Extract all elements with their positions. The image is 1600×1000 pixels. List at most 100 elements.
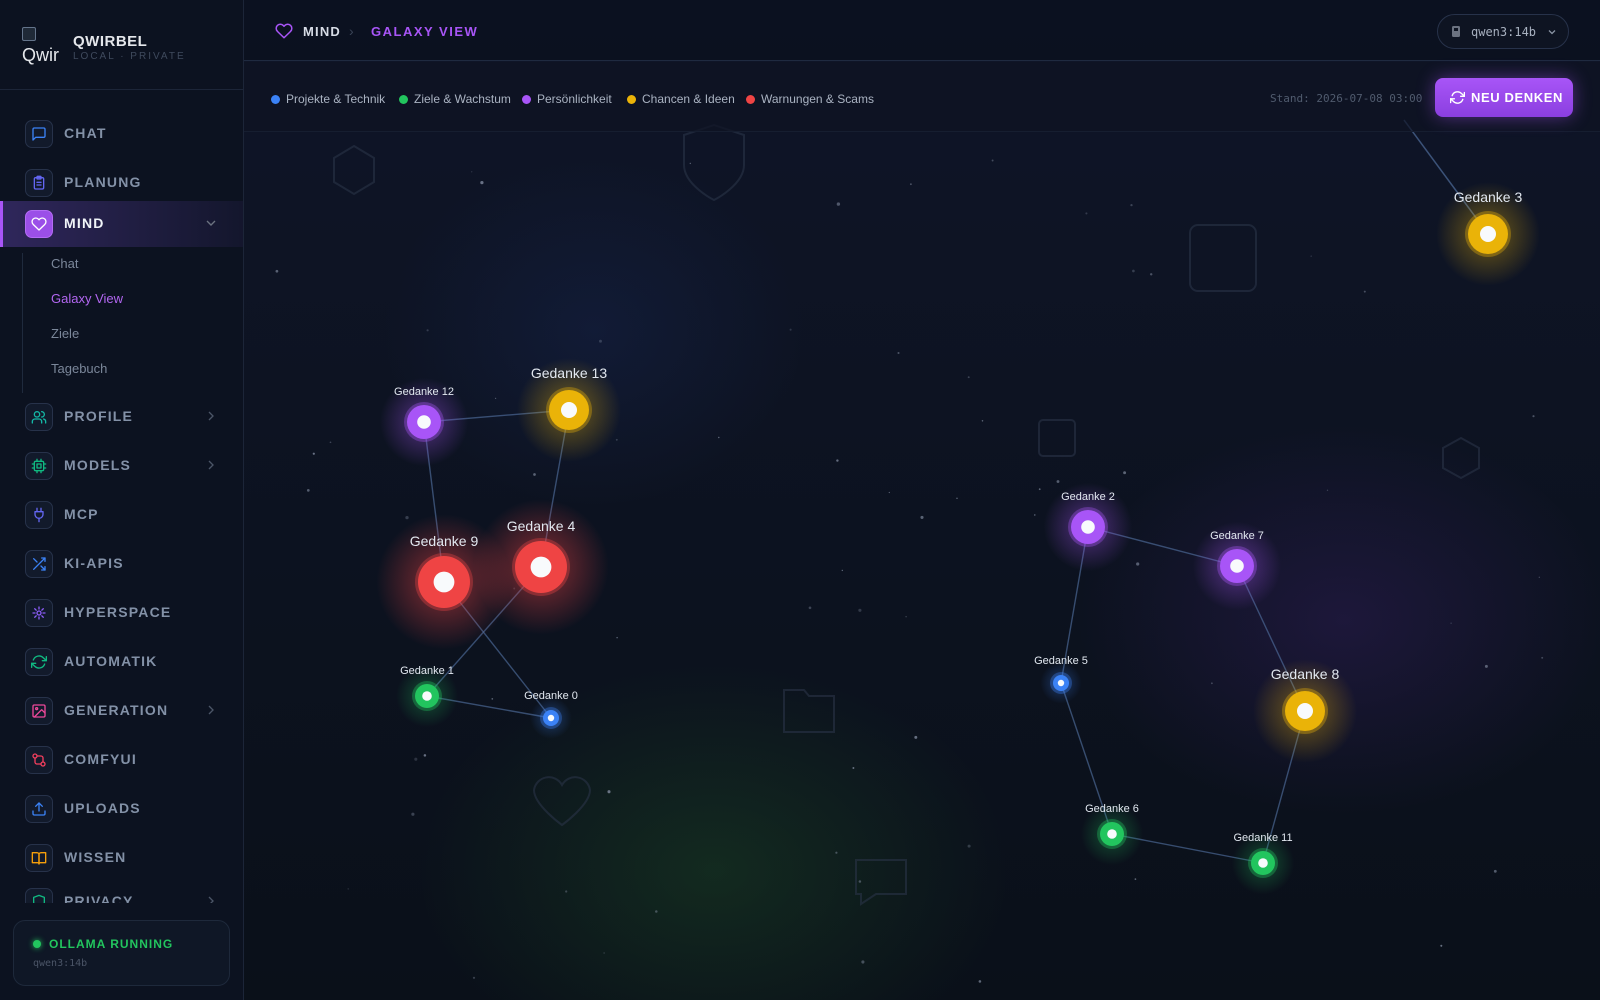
star: [1450, 622, 1452, 624]
thought-node[interactable]: Gedanke 11: [1231, 831, 1295, 895]
node-core: [1107, 829, 1117, 839]
refresh-icon: [1450, 91, 1465, 104]
star: [1038, 488, 1041, 491]
sidebar-item-mcp[interactable]: MCP: [0, 492, 243, 538]
star: [414, 757, 418, 761]
galaxy-canvas[interactable]: Gedanke 0 Gedanke 1 Gedanke 2 Gedanke 3 Geda…: [244, 0, 1600, 1000]
star: [1034, 514, 1036, 516]
subnav-item-ziele[interactable]: Ziele: [51, 326, 79, 341]
model-selector[interactable]: qwen3:14b: [1437, 14, 1569, 49]
star: [491, 698, 494, 700]
mind-subnav: Chat Galaxy View Ziele Tagebuch: [22, 253, 222, 393]
sidebar-item-label: UPLOADS: [64, 800, 141, 816]
sidebar-item-hyperspace[interactable]: HYPERSPACE: [0, 590, 243, 636]
node-core: [1297, 703, 1313, 719]
sidebar-item-comfyui[interactable]: COMFYUI: [0, 737, 243, 783]
star: [1211, 682, 1213, 685]
star: [533, 473, 536, 476]
subnav-item-tagebuch[interactable]: Tagebuch: [51, 361, 107, 376]
subnav-item-galaxy-view[interactable]: Galaxy View: [51, 291, 123, 306]
chevron-right-icon: [208, 896, 214, 903]
node-layer: Gedanke 0 Gedanke 1 Gedanke 2 Gedanke 3 Geda…: [376, 182, 1540, 895]
sidebar-item-profile[interactable]: PROFILE: [0, 394, 243, 440]
thought-node[interactable]: Gedanke 7: [1192, 521, 1282, 611]
sidebar-item-ki-apis[interactable]: KI-APIS: [0, 541, 243, 587]
shield-icon: [25, 888, 53, 903]
star: [615, 438, 618, 441]
sidebar-item-label: MCP: [64, 506, 99, 522]
node-label: Gedanke 12: [394, 386, 454, 398]
sidebar-item-label: KI-APIS: [64, 555, 124, 571]
legend-label: Chancen & Ideen: [642, 92, 735, 106]
star: [836, 202, 841, 206]
subnav-item-chat[interactable]: Chat: [51, 256, 78, 271]
star: [967, 376, 970, 379]
thought-node[interactable]: Gedanke 6: [1080, 802, 1144, 866]
thought-node[interactable]: Gedanke 0: [524, 690, 578, 739]
star: [1056, 480, 1060, 483]
star: [329, 441, 332, 444]
sidebar-item-label: PLANUNG: [64, 174, 142, 190]
legend-item-warnungen[interactable]: Warnungen & Scams: [746, 92, 874, 106]
sidebar-item-privacy[interactable]: PRIVACY: [0, 879, 243, 903]
image-icon: [25, 697, 53, 725]
heart-icon: [25, 210, 53, 238]
thought-node[interactable]: Gedanke 5: [1034, 655, 1088, 704]
node-core: [530, 556, 552, 578]
sidebar-item-chat[interactable]: CHAT: [0, 111, 243, 157]
broken-image-icon: [22, 27, 36, 41]
sidebar-nav: CHAT PLANUNG MIND Chat Galaxy View Ziele…: [0, 103, 243, 903]
node-label: Gedanke 2: [1061, 491, 1115, 503]
star: [411, 812, 415, 816]
status-model: qwen3:14b: [33, 958, 88, 969]
workflow-icon: [25, 746, 53, 774]
breadcrumb-separator: ›: [349, 23, 354, 39]
legend-dot: [271, 95, 280, 104]
legend-bar: Projekte & Technik Ziele & Wachstum Pers…: [244, 62, 1600, 132]
legend-item-ziele[interactable]: Ziele & Wachstum: [399, 92, 511, 106]
sidebar-item-label: MODELS: [64, 457, 132, 473]
thought-node[interactable]: Gedanke 12: [379, 377, 469, 467]
sidebar-item-label: COMFYUI: [64, 751, 137, 767]
legend-item-projekte[interactable]: Projekte & Technik: [271, 92, 385, 106]
sidebar-item-generation[interactable]: GENERATION: [0, 688, 243, 734]
thought-node[interactable]: Gedanke 1: [395, 664, 459, 728]
sidebar-item-models[interactable]: MODELS: [0, 443, 243, 489]
thought-node[interactable]: Gedanke 13: [517, 358, 621, 462]
node-core: [561, 402, 577, 418]
star: [905, 615, 907, 618]
thought-node[interactable]: Gedanke 8: [1253, 659, 1357, 763]
star: [655, 910, 658, 913]
legend-item-chancen[interactable]: Chancen & Ideen: [627, 92, 735, 106]
brand-subtitle: LOCAL · PRIVATE: [73, 51, 186, 62]
sparkle-icon: [25, 599, 53, 627]
refresh-icon: [25, 648, 53, 676]
brand-logo-alt-text: Qwir: [22, 45, 59, 65]
thought-node[interactable]: Gedanke 9: [376, 514, 512, 650]
star: [852, 767, 855, 769]
breadcrumb-root[interactable]: MIND: [303, 24, 341, 39]
star: [920, 515, 924, 519]
galaxy-main: Gedanke 0 Gedanke 1 Gedanke 2 Gedanke 3 Geda…: [244, 0, 1600, 1000]
sidebar-item-planung[interactable]: PLANUNG: [0, 160, 243, 206]
star: [1484, 664, 1488, 668]
star: [967, 844, 971, 848]
sidebar-item-automatik[interactable]: AUTOMATIK: [0, 639, 243, 685]
sidebar-item-uploads[interactable]: UPLOADS: [0, 786, 243, 832]
node-label: Gedanke 7: [1210, 530, 1264, 542]
brand[interactable]: Qwir QWIRBEL LOCAL · PRIVATE: [20, 25, 220, 67]
sidebar-item-label: CHAT: [64, 125, 107, 141]
legend-item-persoenlichkeit[interactable]: Persönlichkeit: [522, 92, 612, 106]
star: [472, 976, 476, 979]
brand-logo: Qwir: [20, 25, 62, 67]
neu-denken-button[interactable]: NEU DENKEN: [1435, 78, 1573, 117]
chevron-right-icon: [208, 411, 214, 421]
thought-node[interactable]: Gedanke 2: [1043, 482, 1133, 572]
brand-name: QWIRBEL: [73, 33, 148, 50]
star: [494, 397, 497, 400]
sidebar-item-mind[interactable]: MIND: [0, 201, 243, 247]
sidebar-item-wissen[interactable]: WISSEN: [0, 835, 243, 881]
thought-node[interactable]: Gedanke 3: [1436, 182, 1540, 286]
star: [1149, 273, 1153, 276]
star: [808, 606, 812, 610]
